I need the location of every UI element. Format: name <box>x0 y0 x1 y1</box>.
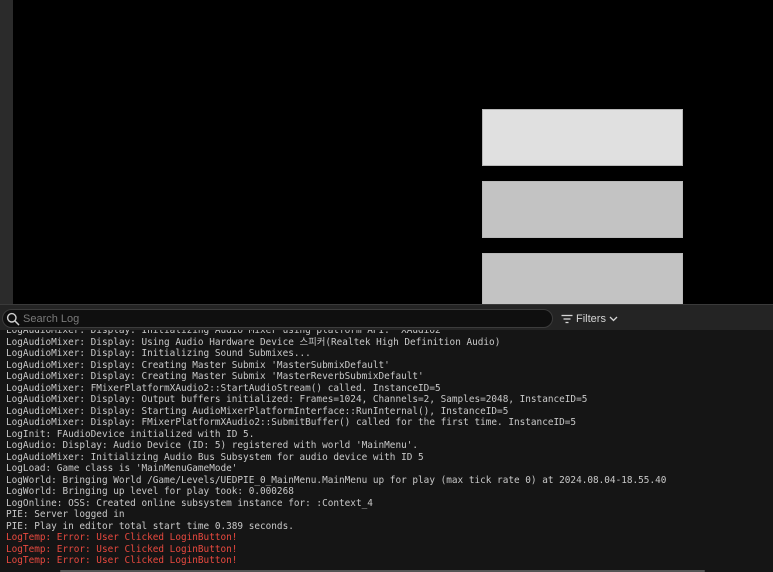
log-line: LogAudioMixer: Display: Starting AudioMi… <box>6 405 509 417</box>
log-line: LogWorld: Bringing up level for play too… <box>6 486 294 497</box>
output-log-panel: Filters LogAudioMixer: Display: Initiali… <box>0 304 773 572</box>
chevron-down-icon <box>609 316 618 321</box>
log-line: LogAudioMixer: Display: Creating Master … <box>6 359 390 371</box>
log-line: LogAudioMixer: Display: Using Audio Hard… <box>6 336 501 348</box>
main-menu-button-3[interactable] <box>482 253 683 304</box>
filters-label: Filters <box>576 312 606 325</box>
search-input[interactable] <box>23 310 543 327</box>
log-line: LogAudioMixer: Display: Output buffers i… <box>6 394 588 405</box>
log-line: LogAudioMixer: Display: FMixerPlatformXA… <box>6 417 577 428</box>
log-line-error: LogTemp: Error: User Clicked LoginButton… <box>6 532 238 543</box>
output-log-toolbar: Filters <box>0 304 773 330</box>
log-line: LogAudioMixer: Display: Initializing Sou… <box>6 348 311 359</box>
log-line: LogAudioMixer: Initializing Audio Bus Su… <box>6 451 424 463</box>
log-line: LogWorld: Bringing World /Game/Levels/UE… <box>6 474 667 486</box>
search-box[interactable] <box>2 309 553 328</box>
log-line: LogLoad: Game class is 'MainMenuGameMode… <box>6 463 238 474</box>
filters-button[interactable]: Filters <box>561 310 618 327</box>
log-line-error: LogTemp: Error: User Clicked LoginButton… <box>6 555 238 566</box>
log-line: LogAudioMixer: Display: Creating Master … <box>6 371 424 382</box>
log-line: LogOnline: OSS: Created online subsystem… <box>6 497 373 509</box>
main-menu-button-2[interactable] <box>482 181 683 238</box>
search-icon <box>6 312 20 326</box>
viewport-canvas[interactable] <box>13 0 773 304</box>
log-line-error: LogTemp: Error: User Clicked LoginButton… <box>6 543 238 555</box>
game-viewport[interactable] <box>0 0 773 304</box>
log-line: PIE: Play in editor total start time 0.3… <box>6 520 294 532</box>
filter-icon <box>561 314 573 323</box>
log-line: LogAudioMixer: FMixerPlatformXAudio2::St… <box>6 382 441 394</box>
log-line: PIE: Server logged in <box>6 509 125 520</box>
editor-window: Filters LogAudioMixer: Display: Initiali… <box>0 0 773 572</box>
log-line: LogInit: FAudioDevice initialized with I… <box>6 428 255 440</box>
main-menu-button-1[interactable] <box>482 109 683 166</box>
log-messages[interactable]: LogAudioMixer: Display: Initializing Aud… <box>0 330 773 570</box>
log-line: LogAudio: Display: Audio Device (ID: 5) … <box>6 440 419 451</box>
